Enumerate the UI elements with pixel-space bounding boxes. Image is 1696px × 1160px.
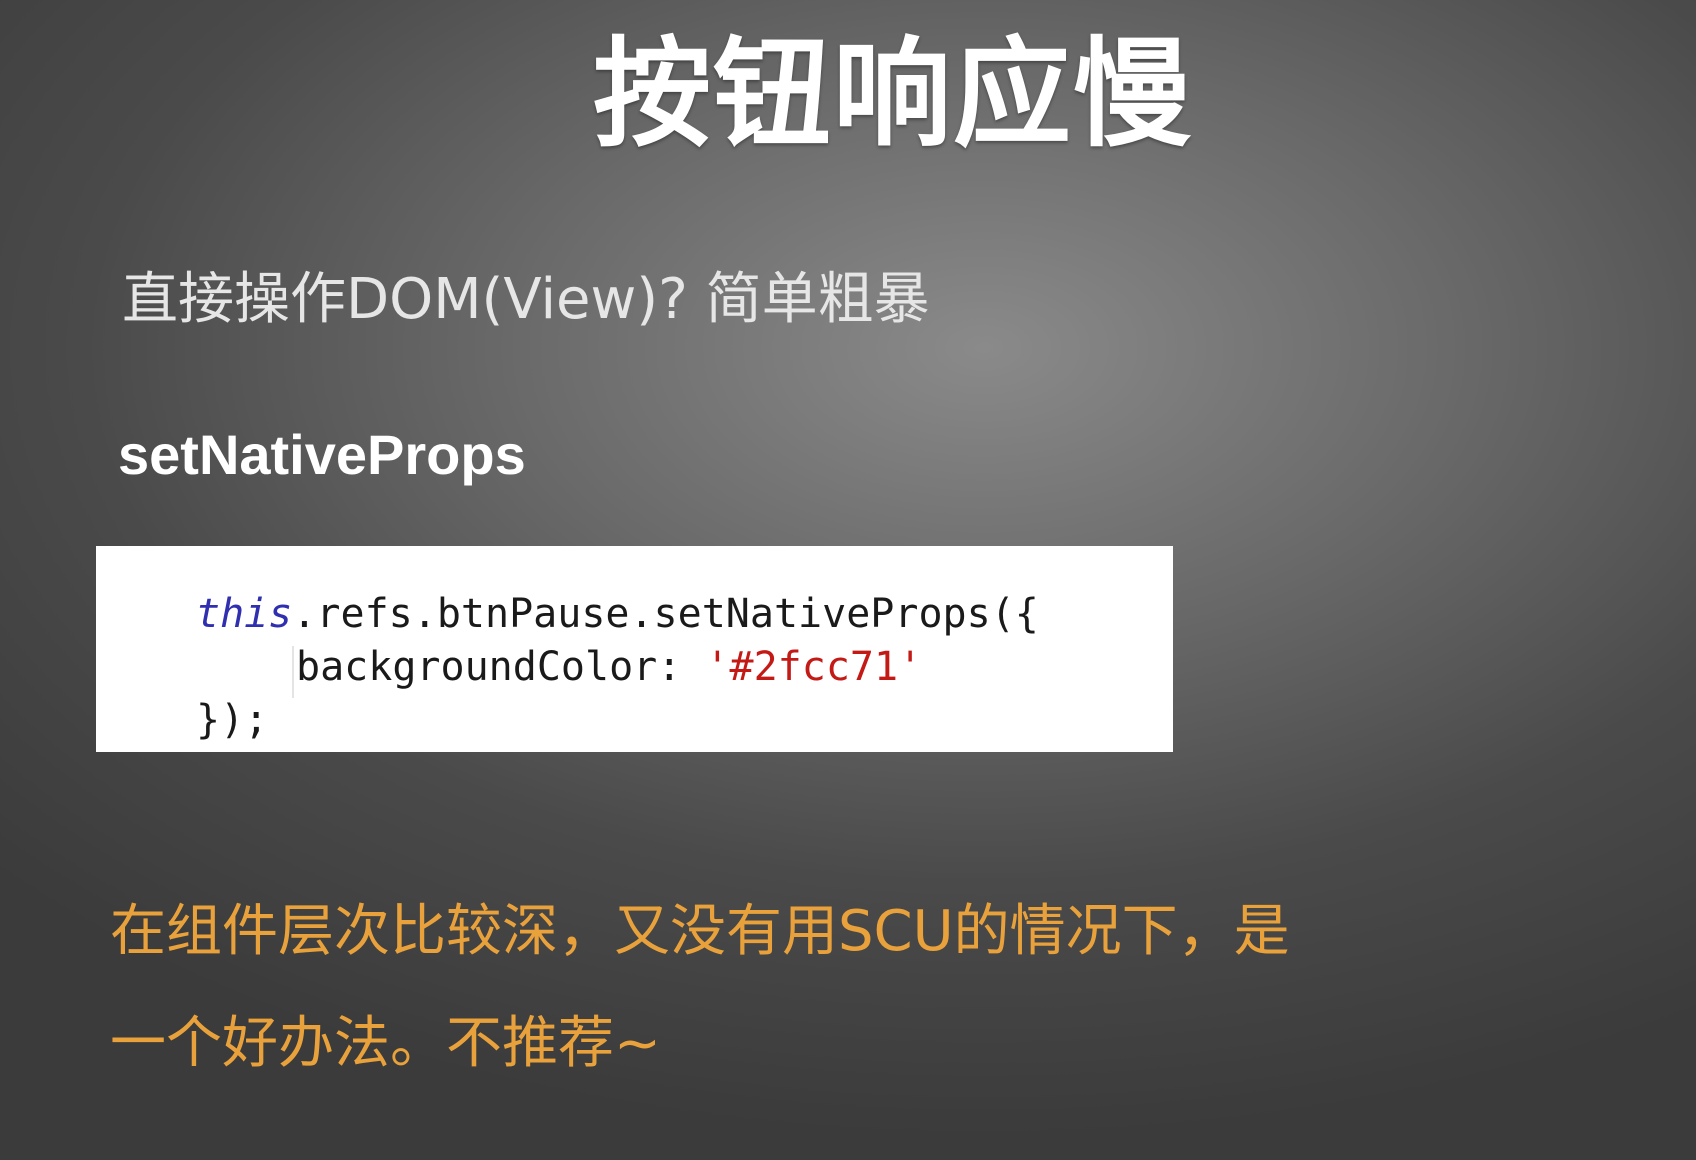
method-label: setNativeProps (118, 423, 526, 486)
code-keyword-this: this (196, 591, 293, 637)
note-line-2: 一个好办法。不推荐~ (110, 1011, 661, 1076)
note-line-1: 在组件层次比较深，又没有用SCU的情况下，是 (110, 899, 1290, 964)
code-line-3: }); (196, 697, 269, 743)
slide-title: 按钮响应慢 (592, 25, 1193, 163)
code-property: backgroundColor: (296, 644, 706, 690)
code-line-1: this.refs.btnPause.setNativeProps({ (196, 588, 1173, 641)
indent-guide (292, 646, 294, 698)
code-string-value: '#2fcc71' (705, 644, 923, 690)
slide-subtitle: 直接操作DOM(View)? 简单粗暴 (122, 267, 930, 332)
code-line-2: backgroundColor: '#2fcc71' (196, 641, 1173, 694)
note-text: 在组件层次比较深，又没有用SCU的情况下，是 一个好办法。不推荐~ (110, 876, 1290, 1100)
code-call: .refs.btnPause.setNativeProps({ (292, 591, 1039, 637)
code-snippet: this.refs.btnPause.setNativeProps({ back… (96, 546, 1173, 752)
